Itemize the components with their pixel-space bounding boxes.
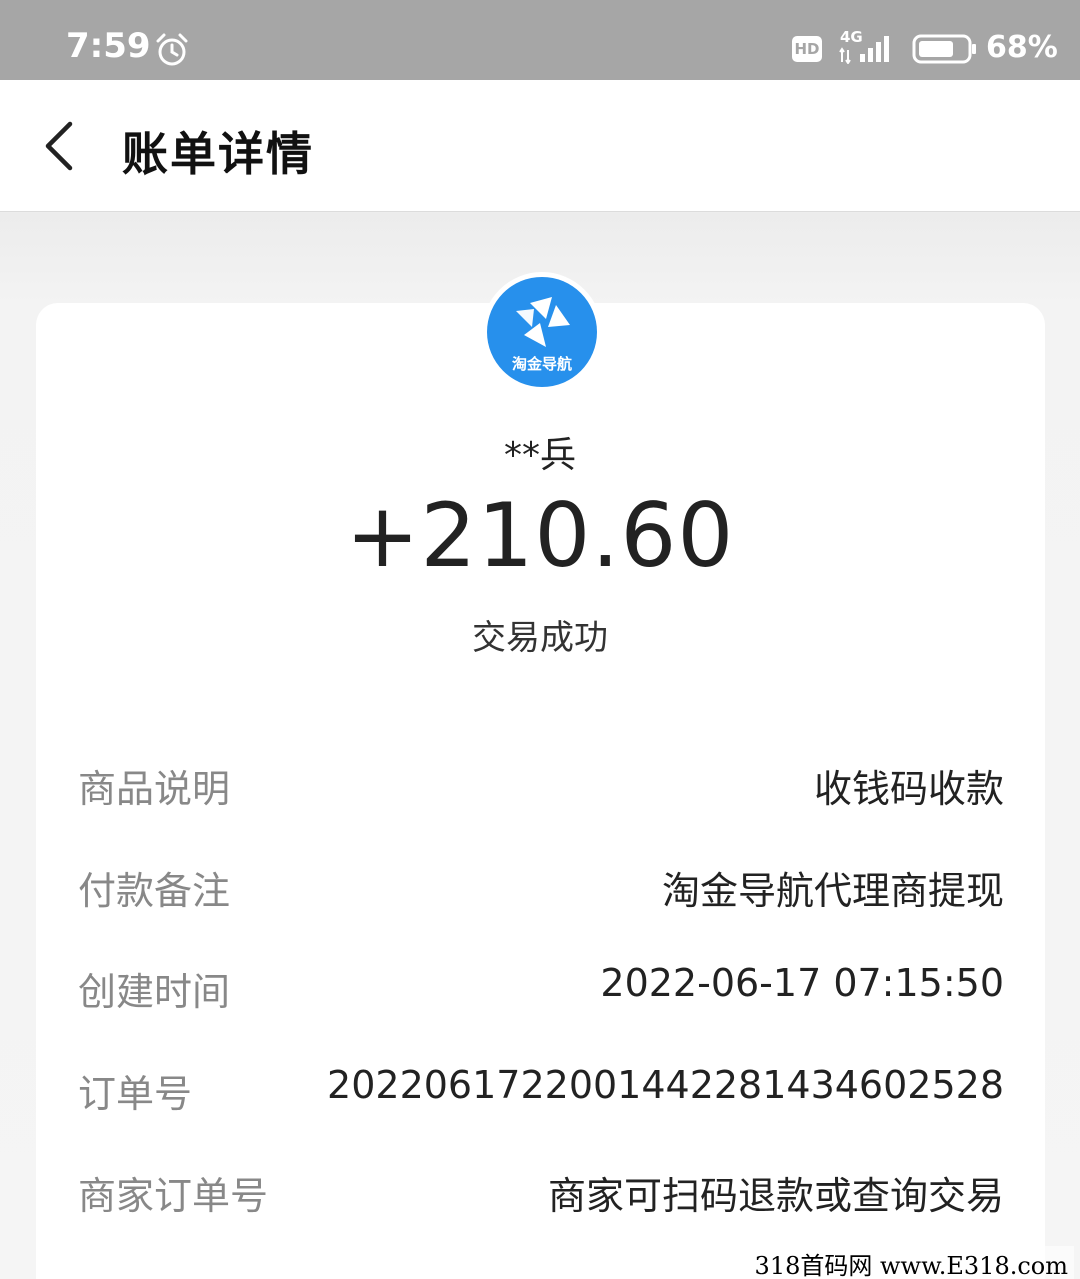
transaction-status: 交易成功 bbox=[472, 618, 608, 658]
created-time-label: 创建时间 bbox=[78, 970, 231, 1014]
battery-icon bbox=[912, 34, 976, 64]
signal-icon bbox=[839, 36, 889, 64]
status-bar: 7:59 HD 4G 68% bbox=[0, 0, 1080, 80]
merchant-order-value: 商家可扫码退款或查询交易 bbox=[547, 1174, 1004, 1218]
detail-row-merchant-order: 商家订单号 商家可扫码退款或查询交易 bbox=[78, 1165, 1004, 1225]
detail-row-product: 商品说明 收钱码收款 bbox=[78, 758, 1004, 818]
status-time: 7:59 bbox=[66, 26, 151, 66]
merchant-logo-icon bbox=[516, 297, 570, 347]
merchant-order-label: 商家订单号 bbox=[78, 1174, 269, 1218]
detail-row-created-time: 创建时间 2022-06-17 07:15:50 bbox=[78, 961, 1004, 1021]
payment-note-value: 淘金导航代理商提现 bbox=[661, 869, 1004, 913]
transaction-amount: +210.60 bbox=[345, 484, 735, 587]
payer-name: **兵 bbox=[503, 435, 576, 476]
detail-row-order-number: 订单号 2022061722001442281434602528 bbox=[78, 1063, 1004, 1123]
page-title: 账单详情 bbox=[122, 127, 314, 181]
watermark: 318首码网 www.E318.com bbox=[748, 1246, 1074, 1279]
detail-row-payment-note: 付款备注 淘金导航代理商提现 bbox=[78, 860, 1004, 920]
back-arrow-icon[interactable] bbox=[36, 118, 86, 174]
merchant-logo-text: 淘金导航 bbox=[511, 355, 572, 373]
app-header: 账单详情 bbox=[0, 80, 1080, 212]
payment-note-label: 付款备注 bbox=[78, 869, 231, 913]
product-description-label: 商品说明 bbox=[78, 767, 231, 811]
hd-icon: HD bbox=[792, 36, 822, 62]
alarm-icon bbox=[156, 33, 188, 66]
merchant-avatar: 淘金导航 bbox=[482, 272, 602, 392]
created-time-value: 2022-06-17 07:15:50 bbox=[600, 961, 1004, 1005]
battery-percentage: 68% bbox=[986, 30, 1058, 65]
order-number-value[interactable]: 2022061722001442281434602528 bbox=[327, 1063, 1004, 1107]
order-number-label: 订单号 bbox=[78, 1072, 193, 1116]
product-description-value: 收钱码收款 bbox=[813, 767, 1004, 811]
